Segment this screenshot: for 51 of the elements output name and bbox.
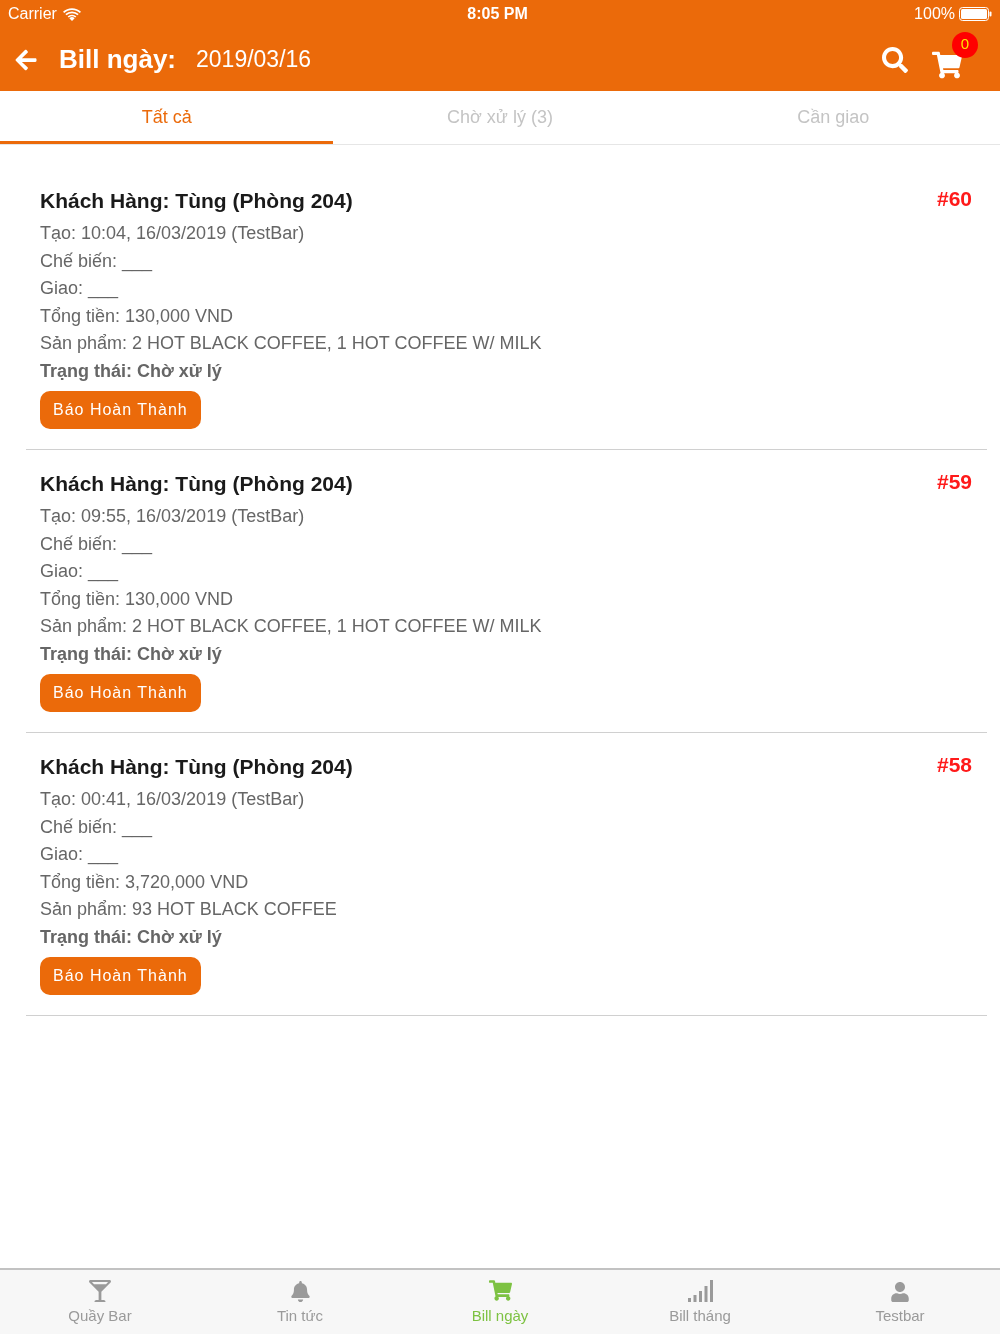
order-number: #59 [936, 469, 972, 496]
search-icon[interactable] [882, 46, 908, 73]
order-detail: Sản phẩm: 93 HOT BLACK COFFEE [40, 898, 338, 921]
order-detail: Tạo: 09:55, 16/03/2019 (TestBar) [40, 505, 306, 528]
filter-tab[interactable]: Tất cả [0, 91, 334, 144]
order-status: Trạng thái: Chờ xử lý [40, 642, 223, 666]
complete-button[interactable]: Báo Hoàn Thành [40, 391, 201, 429]
cart-icon[interactable] [932, 49, 962, 80]
back-arrow-icon[interactable] [14, 47, 38, 72]
order-detail: Tạo: 10:04, 16/03/2019 (TestBar) [40, 222, 306, 245]
order-detail: Giao: ___ [40, 560, 120, 584]
carrier-label: Carrier [8, 4, 57, 24]
order-status: Trạng thái: Chờ xử lý [40, 925, 223, 949]
customer-name: Khách Hàng: Tùng (Phòng 204) [40, 471, 353, 498]
signal-bars-icon [687, 1279, 713, 1302]
bell-icon [289, 1280, 311, 1302]
filter-tab[interactable]: Cần giao [666, 91, 1000, 144]
order-number: #58 [936, 752, 972, 779]
filter-tab[interactable]: Chờ xử lý (3) [333, 91, 667, 144]
bottom-tab[interactable]: Bill ngày [400, 1270, 600, 1334]
bottom-tab[interactable]: Bill tháng [600, 1270, 800, 1334]
order-detail: Sản phẩm: 2 HOT BLACK COFFEE, 1 HOT COFFEE W/ MILK [40, 332, 543, 355]
order-detail: Tổng tiền: 130,000 VND [40, 304, 235, 328]
order-detail: Tạo: 00:41, 16/03/2019 (TestBar) [40, 788, 306, 811]
customer-name: Khách Hàng: Tùng (Phòng 204) [40, 754, 353, 781]
order-detail: Giao: ___ [40, 843, 120, 867]
order-detail: Chế biến: ___ [40, 249, 154, 274]
complete-button[interactable]: Báo Hoàn Thành [40, 674, 201, 712]
order-detail: Tổng tiền: 3,720,000 VND [40, 870, 250, 894]
order-status: Trạng thái: Chờ xử lý [40, 359, 223, 383]
order-detail: Giao: ___ [40, 277, 120, 301]
battery-percentage: 100% [914, 4, 955, 24]
order-detail: Tổng tiền: 130,000 VND [40, 587, 235, 611]
page-title: Bill ngày: [59, 43, 176, 76]
order-detail: Chế biến: ___ [40, 532, 154, 557]
person-icon [890, 1281, 910, 1302]
battery-icon [959, 7, 992, 21]
bottom-tab[interactable]: Tin tức [200, 1270, 400, 1334]
complete-button[interactable]: Báo Hoàn Thành [40, 957, 201, 995]
page-date: 2019/03/16 [196, 45, 312, 75]
wifi-icon [62, 7, 81, 21]
bottom-tab[interactable]: Quầy Bar [0, 1270, 200, 1334]
order-number: #60 [936, 186, 972, 213]
cart-badge: 0 [952, 31, 978, 58]
cart-icon [488, 1278, 512, 1302]
status-time: 8:05 PM [467, 4, 528, 24]
bottom-tab[interactable]: Testbar [800, 1270, 1000, 1334]
cocktail-glass-icon [89, 1279, 111, 1302]
order-detail: Sản phẩm: 2 HOT BLACK COFFEE, 1 HOT COFFEE W/ MILK [40, 615, 543, 638]
customer-name: Khách Hàng: Tùng (Phòng 204) [40, 188, 353, 215]
order-detail: Chế biến: ___ [40, 815, 154, 840]
